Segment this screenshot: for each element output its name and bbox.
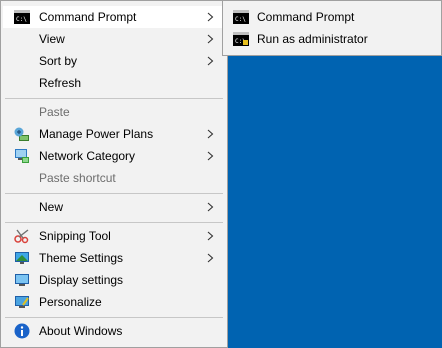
chevron-right-icon [207, 231, 214, 241]
network-icon [14, 148, 30, 164]
menu-item-personalize[interactable]: Personalize [3, 291, 225, 313]
menu-item-view[interactable]: View [3, 28, 225, 50]
menu-item-network-category[interactable]: Network Category [3, 145, 225, 167]
menu-item-display-settings[interactable]: Display settings [3, 269, 225, 291]
menu-item-sort-by[interactable]: Sort by [3, 50, 225, 72]
power-plan-icon [14, 126, 30, 142]
submenu-item-run-as-administrator[interactable]: C:\ Run as administrator [225, 28, 439, 50]
svg-text:C:\: C:\ [235, 16, 246, 23]
menu-separator [5, 317, 223, 318]
scissors-icon [14, 228, 30, 244]
svg-text:C:\: C:\ [16, 16, 27, 23]
menu-item-paste[interactable]: Paste [3, 101, 225, 123]
info-icon [14, 323, 30, 339]
chevron-right-icon [207, 56, 214, 66]
menu-item-paste-shortcut[interactable]: Paste shortcut [3, 167, 225, 189]
menu-item-theme-settings[interactable]: Theme Settings [3, 247, 225, 269]
chevron-right-icon [207, 151, 214, 161]
menu-item-about-windows[interactable]: About Windows [3, 320, 225, 342]
menu-separator [5, 98, 223, 99]
menu-item-refresh[interactable]: Refresh [3, 72, 225, 94]
desktop-context-menu: C:\ Command Prompt View Sort by Refresh … [0, 0, 228, 348]
chevron-right-icon [207, 202, 214, 212]
chevron-right-icon [207, 129, 214, 139]
personalize-icon [14, 294, 30, 310]
menu-item-snipping-tool[interactable]: Snipping Tool [3, 225, 225, 247]
theme-icon [14, 250, 30, 266]
submenu-item-command-prompt[interactable]: C:\ Command Prompt [225, 6, 439, 28]
cmd-admin-icon: C:\ [233, 31, 249, 47]
menu-item-manage-power-plans[interactable]: Manage Power Plans [3, 123, 225, 145]
command-prompt-submenu: C:\ Command Prompt C:\ Run as administra… [222, 0, 442, 56]
cmd-icon: C:\ [233, 9, 249, 25]
cmd-icon: C:\ [14, 9, 30, 25]
chevron-right-icon [207, 34, 214, 44]
chevron-right-icon [207, 253, 214, 263]
menu-separator [5, 193, 223, 194]
chevron-right-icon [207, 12, 214, 22]
display-icon [14, 272, 30, 288]
menu-item-command-prompt[interactable]: C:\ Command Prompt [3, 6, 225, 28]
menu-separator [5, 222, 223, 223]
menu-item-new[interactable]: New [3, 196, 225, 218]
